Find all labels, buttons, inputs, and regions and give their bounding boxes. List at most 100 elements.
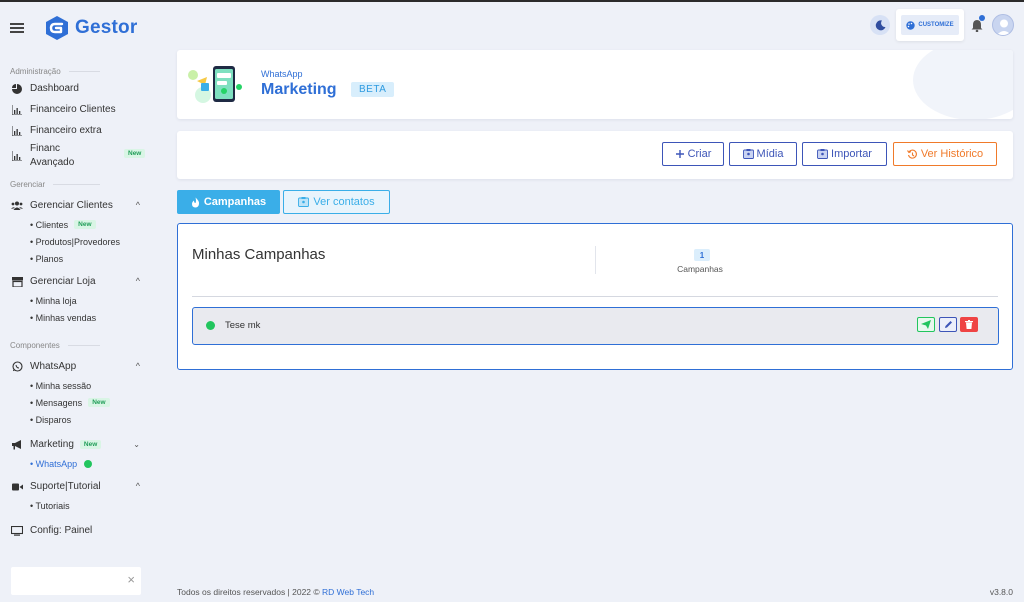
delete-campaign-button[interactable] — [960, 317, 978, 332]
sidebar-item-label: Config: Painel — [30, 525, 93, 536]
importar-label: Importar — [831, 148, 872, 160]
midia-button[interactable]: Mídia — [729, 142, 797, 166]
whatsapp-icon — [11, 361, 23, 373]
plus-icon — [675, 149, 685, 159]
contacts-icon — [298, 197, 310, 207]
sidebar-subitem-minha-loja[interactable]: • Minha loja — [0, 292, 162, 309]
ver-historico-button[interactable]: Ver Histórico — [893, 142, 997, 166]
active-status-dot — [84, 459, 93, 468]
edit-campaign-button[interactable] — [939, 317, 957, 332]
sidebar-item-financeiro-extra[interactable]: Financeiro extra — [0, 120, 162, 141]
menu-toggle-icon[interactable] — [10, 23, 24, 33]
section-componentes: Componentes — [0, 338, 162, 352]
close-icon[interactable]: × — [127, 572, 135, 587]
sidebar-item-label: Dashboard — [30, 83, 79, 94]
import-icon — [817, 149, 828, 159]
sidebar-search-box[interactable]: × — [11, 567, 141, 595]
sidebar-item-label: Financeiro Clientes — [30, 104, 116, 115]
sidebar-item-gerenciar-loja[interactable]: Gerenciar Loja ^ — [0, 271, 162, 292]
user-avatar[interactable] — [992, 14, 1014, 36]
sidebar-item-marketing[interactable]: Marketing New ⌄ — [0, 434, 162, 455]
chevron-up-icon[interactable]: ^ — [136, 361, 140, 371]
customize-label: CUSTOMIZE — [918, 22, 954, 28]
fire-icon — [191, 197, 200, 208]
new-badge: New — [79, 440, 102, 449]
palette-icon — [906, 20, 916, 30]
campaign-count: 1 — [694, 249, 710, 261]
sidebar-subitem-minha-sessao[interactable]: • Minha sessão — [0, 377, 162, 394]
sidebar-item-label: Financ Avançado — [30, 142, 74, 170]
whatsapp-marketing-illustration-icon — [188, 66, 242, 103]
dark-mode-toggle[interactable] — [870, 15, 890, 35]
customize-button[interactable]: CUSTOMIZE — [901, 15, 959, 35]
sidebar-item-financeiro-clientes[interactable]: Financeiro Clientes — [0, 99, 162, 120]
chevron-up-icon[interactable]: ^ — [136, 200, 140, 210]
company-link[interactable]: RD Web Tech — [322, 587, 374, 597]
chevron-up-icon[interactable]: ^ — [136, 276, 140, 286]
header-subtitle: WhatsApp — [261, 69, 303, 79]
new-badge: New — [74, 220, 96, 229]
footer-copyright: Todos os direitos reservados | 2022 © RD… — [177, 587, 374, 597]
new-badge: New — [88, 398, 110, 407]
divider — [595, 246, 596, 274]
campaign-row[interactable]: Tese mk — [192, 307, 999, 345]
send-campaign-button[interactable] — [917, 317, 935, 332]
tab-campanhas[interactable]: Campanhas — [177, 190, 280, 214]
moon-icon — [875, 19, 885, 30]
tab-label: Ver contatos — [313, 196, 375, 208]
importar-button[interactable]: Importar — [802, 142, 887, 166]
sidebar-item-suporte[interactable]: Suporte|Tutorial ^ — [0, 476, 162, 497]
actions-toolbar: Criar Mídia Importar Ver Histórico — [177, 131, 1013, 179]
gestor-logo-icon — [46, 16, 68, 40]
sidebar-item-config-painel[interactable]: Config: Painel — [0, 520, 162, 541]
header-decoration — [913, 50, 1013, 119]
sidebar-item-label: Gerenciar Clientes — [30, 200, 113, 211]
bar-chart-icon — [11, 150, 23, 162]
campaign-status-dot — [206, 321, 215, 330]
pencil-icon — [944, 321, 952, 328]
section-gerenciar: Gerenciar — [0, 177, 162, 191]
sidebar-item-label: • Clientes — [30, 219, 69, 230]
brand-name[interactable]: Gestor — [75, 17, 137, 39]
user-icon — [996, 19, 1012, 35]
section-admin: Administração — [0, 64, 162, 78]
brand: Gestor — [10, 14, 137, 42]
sidebar-item-label: • WhatsApp — [30, 458, 78, 469]
criar-label: Criar — [687, 148, 712, 160]
sidebar-item-whatsapp[interactable]: WhatsApp ^ — [0, 356, 162, 377]
history-icon — [906, 149, 918, 160]
notifications-button[interactable] — [968, 15, 986, 35]
page-header-card: WhatsApp Marketing BETA — [177, 50, 1013, 119]
sidebar-subitem-clientes[interactable]: • Clientes New — [0, 216, 162, 233]
sidebar-subitem-mensagens[interactable]: • Mensagens New — [0, 394, 162, 411]
trash-icon — [965, 320, 973, 329]
campaigns-panel: Minhas Campanhas 1 Campanhas Tese mk — [177, 223, 1013, 370]
video-camera-icon — [11, 481, 23, 493]
divider — [192, 296, 998, 297]
sidebar-item-dashboard[interactable]: Dashboard — [0, 78, 162, 99]
chevron-up-icon[interactable]: ^ — [136, 481, 140, 491]
chevron-down-icon[interactable]: ⌄ — [133, 440, 140, 449]
sidebar-subitem-disparos[interactable]: • Disparos — [0, 411, 162, 428]
sidebar-subitem-planos[interactable]: • Planos — [0, 250, 162, 267]
sidebar-item-label: Financeiro extra — [30, 125, 102, 136]
criar-button[interactable]: Criar — [662, 142, 724, 166]
sidebar-subitem-tutoriais[interactable]: • Tutoriais — [0, 497, 162, 514]
sidebar-item-gerenciar-clientes[interactable]: Gerenciar Clientes ^ — [0, 195, 162, 216]
store-icon — [11, 276, 23, 288]
campaign-name: Tese mk — [225, 320, 261, 331]
copyright-text: Todos os direitos reservados | 2022 © — [177, 587, 323, 597]
notification-dot — [979, 15, 985, 21]
sidebar-item-label: • Mensagens — [30, 397, 83, 408]
panel-title: Minhas Campanhas — [192, 246, 326, 263]
new-badge: New — [124, 149, 146, 158]
tab-ver-contatos[interactable]: Ver contatos — [283, 190, 390, 214]
sidebar-subitem-minhas-vendas[interactable]: • Minhas vendas — [0, 309, 162, 326]
sidebar-subitem-produtos[interactable]: • Produtos|Provedores — [0, 233, 162, 250]
sidebar-subitem-marketing-whatsapp[interactable]: • WhatsApp — [0, 455, 162, 472]
sidebar-item-label-line2: Avançado — [30, 157, 75, 168]
sidebar-item-financ-avancado[interactable]: Financ Avançado New — [0, 141, 162, 171]
sidebar: Gestor Administração Dashboard Financeir… — [0, 2, 162, 602]
app-version: v3.8.0 — [989, 587, 1013, 597]
campaign-count-label: Campanhas — [677, 264, 723, 274]
